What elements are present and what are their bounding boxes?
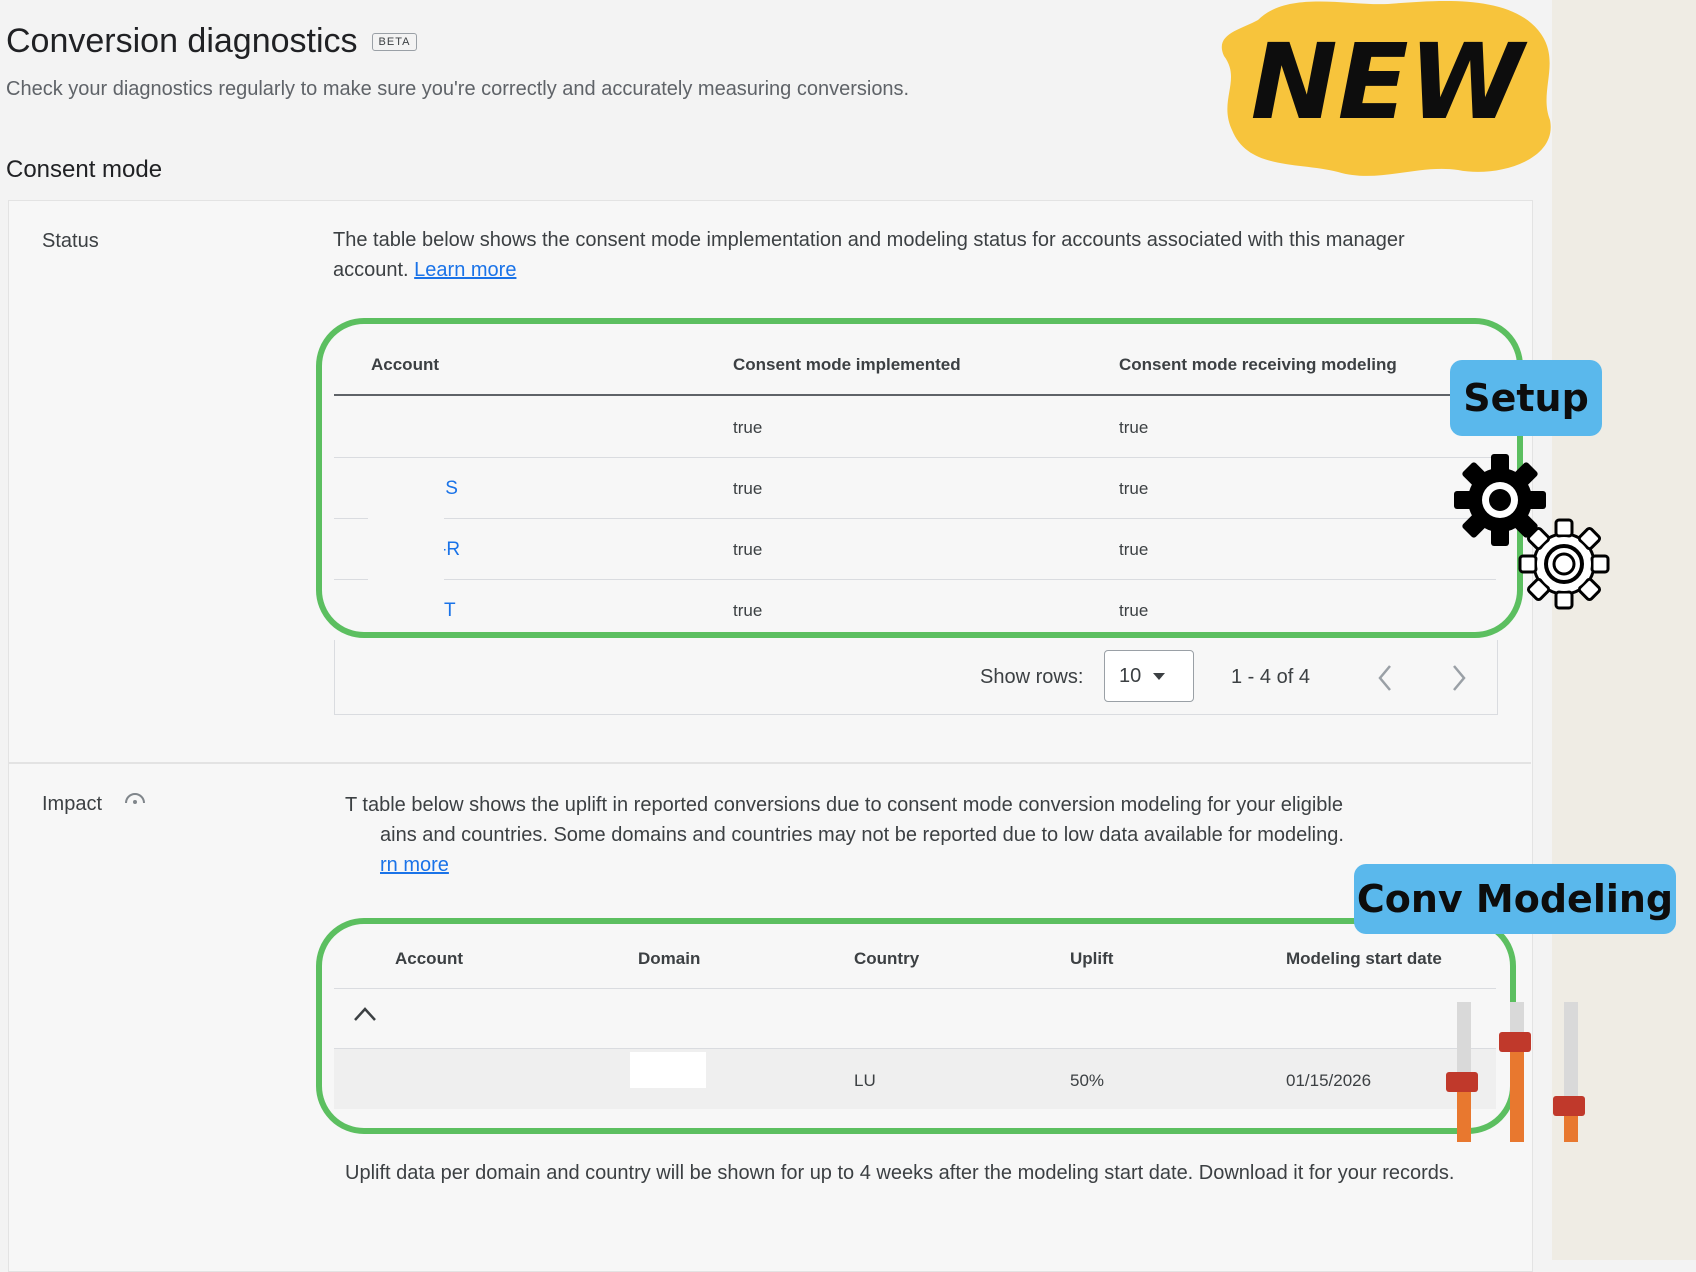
status-learn-more-link[interactable]: Learn more [414,259,516,281]
show-rows-label: Show rows: [980,666,1084,688]
gear-icon [1518,518,1610,610]
page-title: Conversion diagnostics [6,22,358,60]
page-header: Conversion diagnostics BETA [6,22,418,61]
setup-tag: Setup [1450,360,1602,436]
section-title-consent-mode: Consent mode [6,156,163,183]
help-icon[interactable] [124,790,146,804]
status-table-pagination [334,640,1498,715]
pagination-range: 1 - 4 of 4 [1231,666,1310,688]
rows-per-page-value: 10 [1119,664,1142,687]
impact-label: Impact [42,793,103,815]
impact-description-line-1: T table below shows the uplift in report… [345,794,1343,816]
chevron-right-icon[interactable] [1448,662,1468,694]
sliders-icon [1446,1002,1585,1142]
status-label: Status [42,230,99,252]
card-divider [8,762,1531,764]
impact-footnote: Uplift data per domain and country will … [345,1162,1455,1184]
new-sticker: NEW [1221,0,1551,176]
impact-learn-more-link[interactable]: rn more [380,850,449,880]
new-sticker-text: NEW [1251,21,1528,143]
rows-per-page-select[interactable]: 10 [1104,650,1194,702]
impact-description-line-2: ains and countries. Some domains and cou… [380,824,1344,846]
dropdown-arrow-icon [1153,672,1166,680]
page-subtitle: Check your diagnostics regularly to make… [6,78,910,100]
chevron-left-icon[interactable] [1376,662,1396,694]
status-table-highlight [316,318,1523,638]
beta-badge: BETA [371,32,418,51]
impact-table-highlight [316,918,1516,1134]
status-description: The table below shows the consent mode i… [333,225,1453,285]
conv-modeling-tag: Conv Modeling [1354,864,1676,934]
